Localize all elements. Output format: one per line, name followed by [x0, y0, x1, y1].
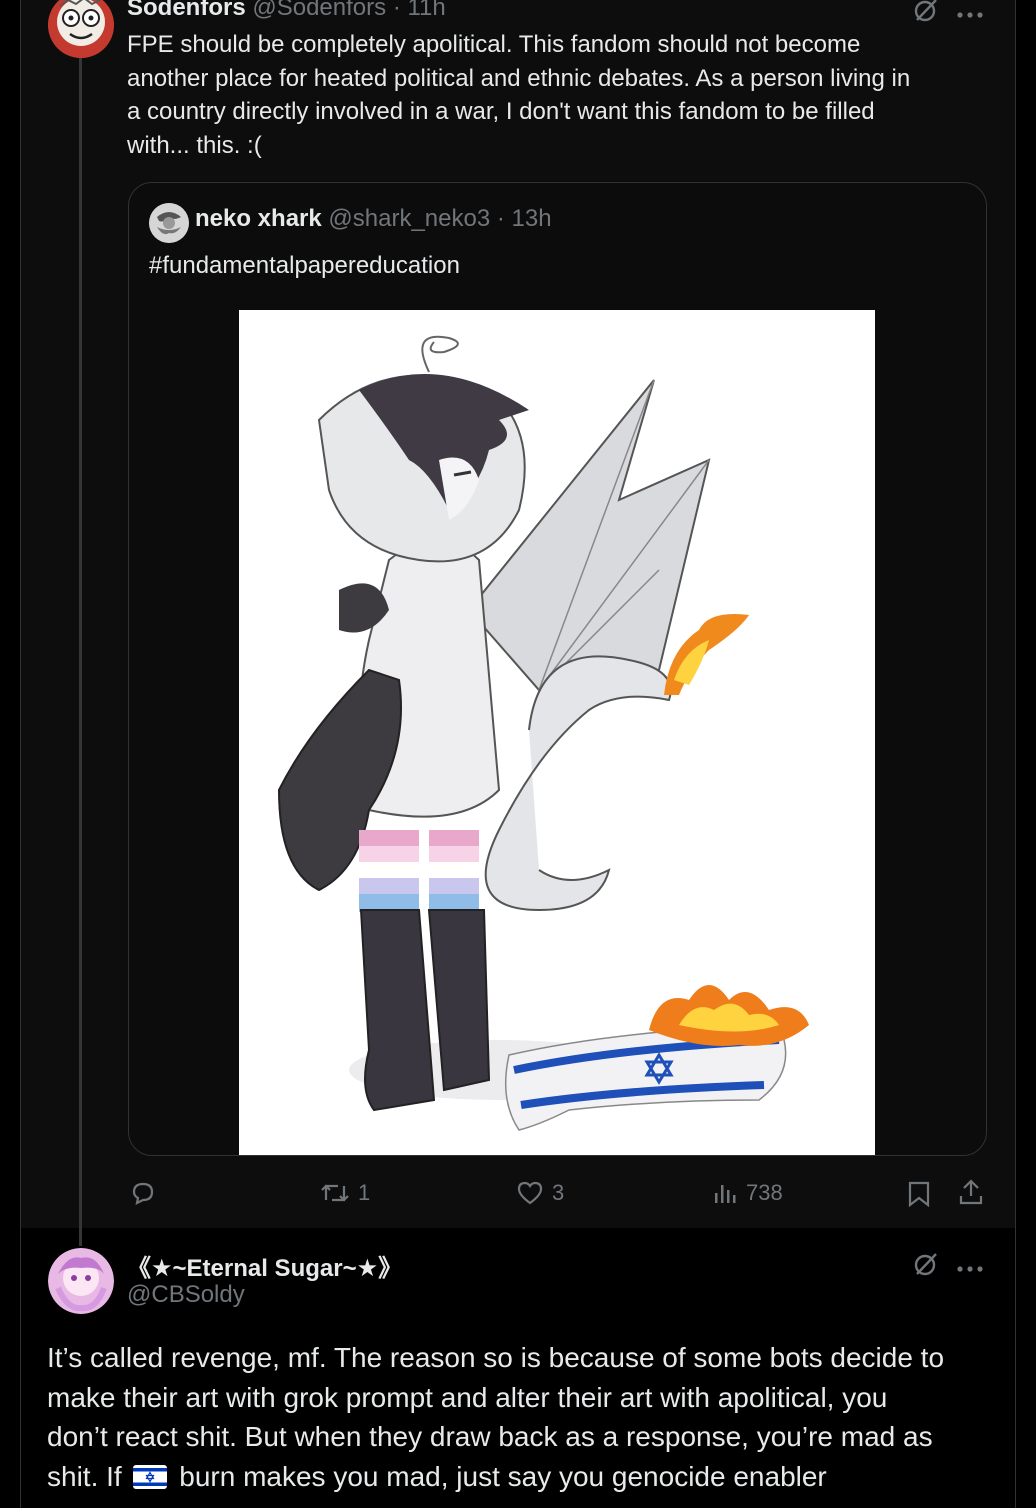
- tweet1-text: FPE should be completely apolitical. Thi…: [127, 28, 997, 162]
- tweet-time[interactable]: 11h: [407, 0, 445, 21]
- tweet2-line: make their art with grok prompt and alte…: [47, 1381, 888, 1413]
- separator-dot: ·: [496, 205, 505, 232]
- bookmark-icon[interactable]: [906, 1180, 932, 1213]
- views-icon: [712, 1180, 738, 1206]
- avatar-neko-xhark[interactable]: [149, 203, 189, 243]
- tweet1-header: Sodenfors @Sodenfors · 11h: [127, 0, 446, 22]
- quote-author-name[interactable]: neko xhark: [195, 205, 322, 232]
- quote-artwork-image[interactable]: [239, 310, 875, 1155]
- tweet1-line: FPE should be completely apolitical. Thi…: [127, 31, 861, 58]
- retweet-icon: [320, 1180, 350, 1206]
- grok-icon[interactable]: [912, 0, 940, 29]
- tweet2-line: don’t react shit. But when they draw bac…: [47, 1421, 933, 1452]
- column-border-right: [1015, 0, 1016, 1508]
- quote-hashtag[interactable]: #fundamentalpapereducation: [149, 249, 460, 283]
- israel-flag-emoji: [133, 1460, 168, 1500]
- tweet2-line: shit. If burn makes you mad, just say yo…: [47, 1457, 1007, 1500]
- tweet1-line: with... this. :(: [127, 131, 262, 159]
- quoted-tweet[interactable]: neko xhark @shark_neko3 · 13h #fundament…: [128, 182, 987, 1156]
- avatar-eternal-sugar[interactable]: [48, 1248, 114, 1314]
- tweet1-line: a country directly involved in a war, I …: [127, 98, 875, 125]
- tweet2-author-handle[interactable]: @CBSoldy: [127, 1281, 245, 1309]
- quote-header: neko xhark @shark_neko3 · 13h: [195, 205, 552, 233]
- tweet2-line-end: burn makes you mad, just say you genocid…: [179, 1460, 827, 1492]
- author-handle[interactable]: @Sodenfors: [252, 0, 386, 21]
- views-button[interactable]: 738: [712, 1175, 783, 1211]
- like-icon: [516, 1180, 544, 1206]
- author-name[interactable]: Sodenfors: [127, 0, 246, 21]
- like-count: 3: [552, 1180, 565, 1205]
- view-count: 738: [746, 1180, 783, 1205]
- reply-button[interactable]: [130, 1175, 164, 1211]
- retweet-button[interactable]: 1: [320, 1175, 370, 1211]
- tweet2-author-name[interactable]: 《★~Eternal Sugar~★》: [127, 1248, 402, 1283]
- quote-time[interactable]: 13h: [512, 205, 552, 232]
- retweet-count: 1: [358, 1180, 371, 1205]
- grok-icon[interactable]: [912, 1250, 940, 1283]
- more-icon[interactable]: [956, 1260, 984, 1278]
- tweet2-text: It’s called revenge, mf. The reason so i…: [47, 1338, 1007, 1499]
- thread-connector: [79, 56, 82, 1246]
- quote-author-handle[interactable]: @shark_neko3: [328, 205, 490, 232]
- tweet2-line-start: shit. If: [47, 1460, 122, 1492]
- reply-icon: [130, 1180, 156, 1206]
- tweet1-line: another place for heated political and e…: [127, 64, 911, 92]
- more-icon[interactable]: [956, 6, 984, 24]
- tweet2-line: It’s called revenge, mf. The reason so i…: [47, 1342, 945, 1373]
- share-icon[interactable]: [957, 1178, 985, 1211]
- like-button[interactable]: 3: [516, 1175, 564, 1211]
- separator-dot: ·: [392, 0, 401, 21]
